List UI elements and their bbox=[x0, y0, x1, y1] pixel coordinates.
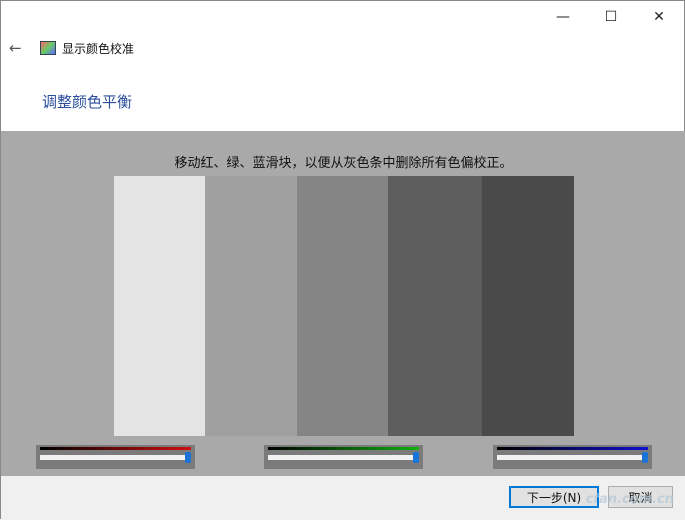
footer: 下一步(N) 取消 cfan.com.cn bbox=[1, 476, 685, 520]
gray-bar bbox=[205, 176, 297, 436]
slider-track[interactable] bbox=[40, 455, 191, 460]
gray-bar bbox=[482, 176, 574, 436]
page-heading: 调整颜色平衡 bbox=[42, 93, 133, 111]
slider-thumb[interactable] bbox=[185, 452, 191, 463]
close-button[interactable]: ✕ bbox=[636, 1, 682, 33]
green-gradient bbox=[268, 447, 419, 450]
green-slider[interactable] bbox=[264, 445, 423, 469]
instruction-text: 移动红、绿、蓝滑块，以便从灰色条中删除所有色偏校正。 bbox=[174, 156, 513, 171]
display-calibration-icon bbox=[40, 41, 56, 55]
slider-thumb[interactable] bbox=[642, 452, 648, 463]
slider-track[interactable] bbox=[268, 455, 419, 460]
gray-bar bbox=[388, 176, 482, 436]
red-gradient bbox=[40, 447, 191, 450]
maximize-button[interactable]: ☐ bbox=[588, 1, 634, 33]
gray-bar bbox=[114, 176, 205, 436]
title-bar: — ☐ ✕ bbox=[1, 1, 685, 33]
calibration-area: 移动红、绿、蓝滑块，以便从灰色条中删除所有色偏校正。 bbox=[1, 131, 685, 476]
blue-gradient bbox=[497, 447, 648, 450]
gray-bar bbox=[297, 176, 388, 436]
back-arrow-icon[interactable]: ← bbox=[9, 39, 22, 57]
slider-track[interactable] bbox=[497, 455, 648, 460]
slider-thumb[interactable] bbox=[413, 452, 419, 463]
red-slider[interactable] bbox=[36, 445, 195, 469]
minimize-button[interactable]: — bbox=[540, 1, 586, 33]
watermark: cfan.com.cn bbox=[585, 492, 674, 507]
app-title: 显示颜色校准 bbox=[62, 42, 135, 56]
blue-slider[interactable] bbox=[493, 445, 652, 469]
